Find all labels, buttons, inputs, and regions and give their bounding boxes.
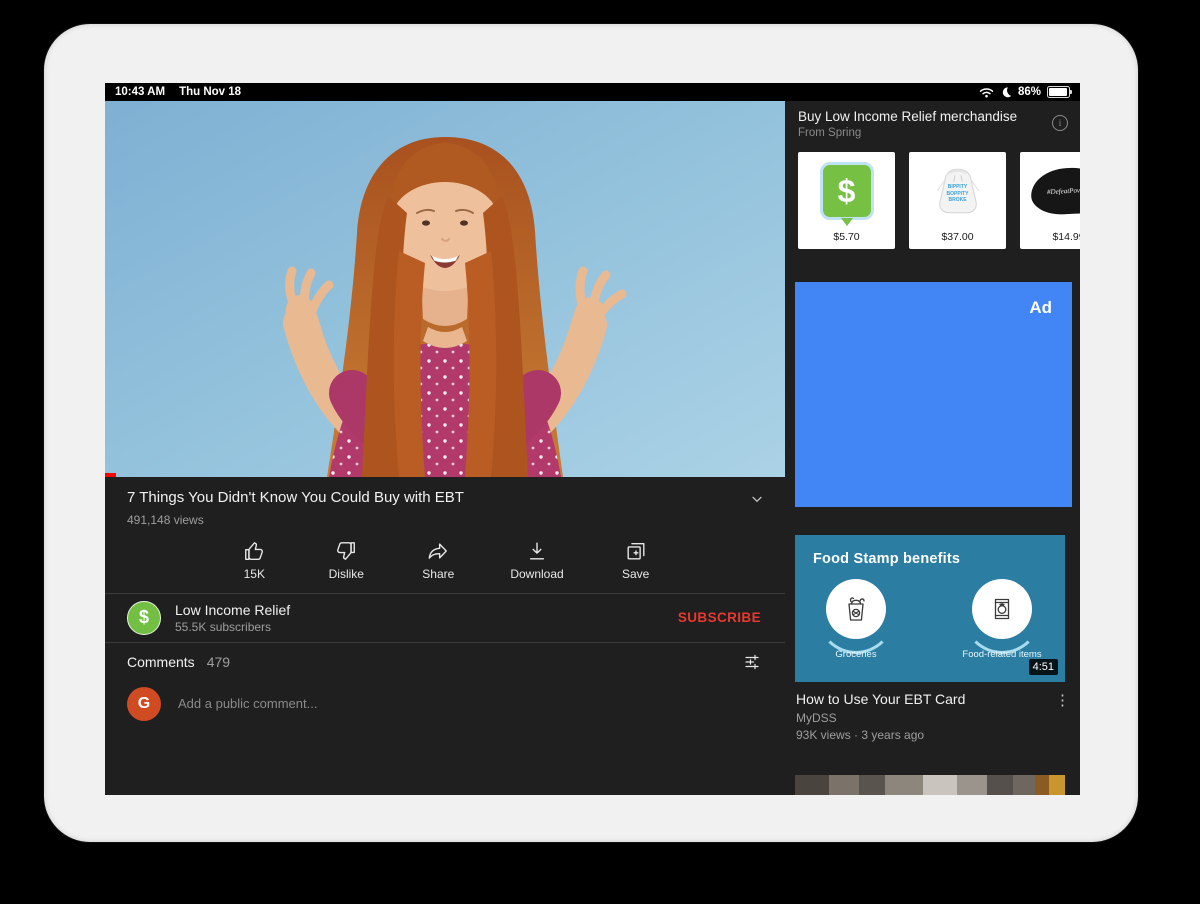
merch-carousel: $ $5.70 BIPPITY BOPPITY BROKE — [798, 152, 1080, 249]
thumbnail-label: Food-related items — [959, 649, 1045, 660]
video-progress-bar[interactable] — [105, 473, 116, 477]
view-count: 491,148 views — [105, 508, 785, 527]
merch-title: Buy Low Income Relief merchandise — [798, 109, 1017, 125]
info-icon[interactable]: i — [1052, 115, 1068, 131]
download-icon — [526, 540, 548, 562]
merch-price: $37.00 — [941, 226, 973, 249]
merch-price: $5.70 — [833, 226, 859, 249]
share-icon — [427, 540, 449, 562]
merch-item-fanny-pack[interactable]: #DefeatPoverty $14.99 — [1020, 152, 1080, 249]
groceries-circle — [826, 579, 886, 639]
comments-count: 479 — [207, 654, 230, 670]
download-button[interactable]: Download — [510, 540, 563, 581]
like-count: 15K — [244, 567, 265, 581]
thumbnail-title: Food Stamp benefits — [813, 551, 960, 567]
thumb-down-icon — [335, 540, 357, 562]
dollar-symbol: $ — [838, 173, 856, 210]
merch-item-hoodie[interactable]: BIPPITY BOPPITY BROKE $37.00 — [909, 152, 1006, 249]
channel-avatar-symbol: $ — [139, 607, 149, 628]
add-comment-row[interactable]: G Add a public comment... — [105, 677, 785, 733]
ad-banner[interactable]: Ad — [795, 282, 1072, 507]
thumbnail-label: Groceries — [813, 649, 899, 660]
comments-sort-button[interactable] — [743, 653, 761, 671]
wifi-icon — [979, 87, 994, 98]
suggested-channel: MyDSS — [796, 711, 1051, 725]
suggested-title: How to Use Your EBT Card — [796, 691, 1051, 707]
like-button[interactable]: 15K — [234, 540, 274, 581]
fanny-pack-art: #DefeatPoverty — [1029, 166, 1080, 216]
status-date: Thu Nov 18 — [179, 86, 241, 98]
video-title: 7 Things You Didn't Know You Could Buy w… — [127, 489, 737, 508]
watch-column: 7 Things You Didn't Know You Could Buy w… — [105, 101, 785, 795]
food-items-circle — [972, 579, 1032, 639]
food-box-icon — [985, 592, 1019, 626]
merch-subtitle: From Spring — [798, 127, 1017, 139]
subscribe-button[interactable]: SUBSCRIBE — [678, 610, 761, 625]
save-label: Save — [622, 567, 649, 581]
suggestions-rail: Buy Low Income Relief merchandise From S… — [790, 101, 1080, 795]
suggested-meta: 93K views · 3 years ago — [796, 728, 1051, 742]
partial-thumbnail-strip[interactable] — [795, 775, 1065, 795]
youtube-app-screen: 10:43 AM Thu Nov 18 86% — [105, 83, 1080, 795]
video-player[interactable] — [105, 101, 785, 477]
do-not-disturb-moon-icon — [1000, 86, 1012, 98]
dislike-label: Dislike — [329, 567, 364, 581]
chevron-down-icon[interactable] — [749, 491, 765, 507]
merch-price: $14.99 — [1052, 226, 1080, 249]
dislike-button[interactable]: Dislike — [326, 540, 366, 581]
battery-icon — [1047, 86, 1070, 98]
duration-badge: 4:51 — [1029, 659, 1058, 675]
user-avatar-letter: G — [138, 695, 150, 713]
thumb-up-icon — [243, 540, 265, 562]
hoodie-text: BIPPITY BOPPITY BROKE — [941, 184, 975, 204]
merch-section: Buy Low Income Relief merchandise From S… — [790, 101, 1080, 249]
channel-row[interactable]: $ Low Income Relief 55.5K subscribers SU… — [105, 594, 785, 642]
dollar-sticker-art: $ — [820, 162, 874, 220]
subscriber-count: 55.5K subscribers — [175, 620, 290, 634]
suggested-video-info[interactable]: How to Use Your EBT Card MyDSS 93K views… — [790, 682, 1080, 742]
download-label: Download — [510, 567, 563, 581]
share-button[interactable]: Share — [418, 540, 458, 581]
video-frame-illustration — [105, 101, 785, 477]
share-label: Share — [422, 567, 454, 581]
grocery-bag-icon — [839, 592, 873, 626]
status-bar: 10:43 AM Thu Nov 18 86% — [105, 83, 1080, 101]
comments-title: Comments — [127, 654, 195, 670]
comment-input[interactable]: Add a public comment... — [178, 696, 761, 711]
action-bar: 15K Dislike Share — [105, 527, 785, 593]
status-time: 10:43 AM — [115, 86, 165, 98]
comments-header[interactable]: Comments 479 — [105, 643, 785, 677]
suggested-video-thumbnail[interactable]: Food Stamp benefits Groceries — [795, 535, 1065, 682]
fanny-pack-text: #DefeatPoverty — [1046, 186, 1080, 196]
user-avatar[interactable]: G — [127, 687, 161, 721]
ad-badge: Ad — [1029, 298, 1052, 318]
save-button[interactable]: Save — [616, 540, 656, 581]
kebab-menu-icon[interactable]: ⋮ — [1051, 691, 1074, 742]
sort-filter-icon — [743, 653, 761, 671]
merch-item-sticker[interactable]: $ $5.70 — [798, 152, 895, 249]
channel-name: Low Income Relief — [175, 602, 290, 618]
channel-avatar[interactable]: $ — [127, 601, 161, 635]
battery-percent: 86% — [1018, 86, 1041, 98]
save-to-playlist-icon — [625, 540, 647, 562]
